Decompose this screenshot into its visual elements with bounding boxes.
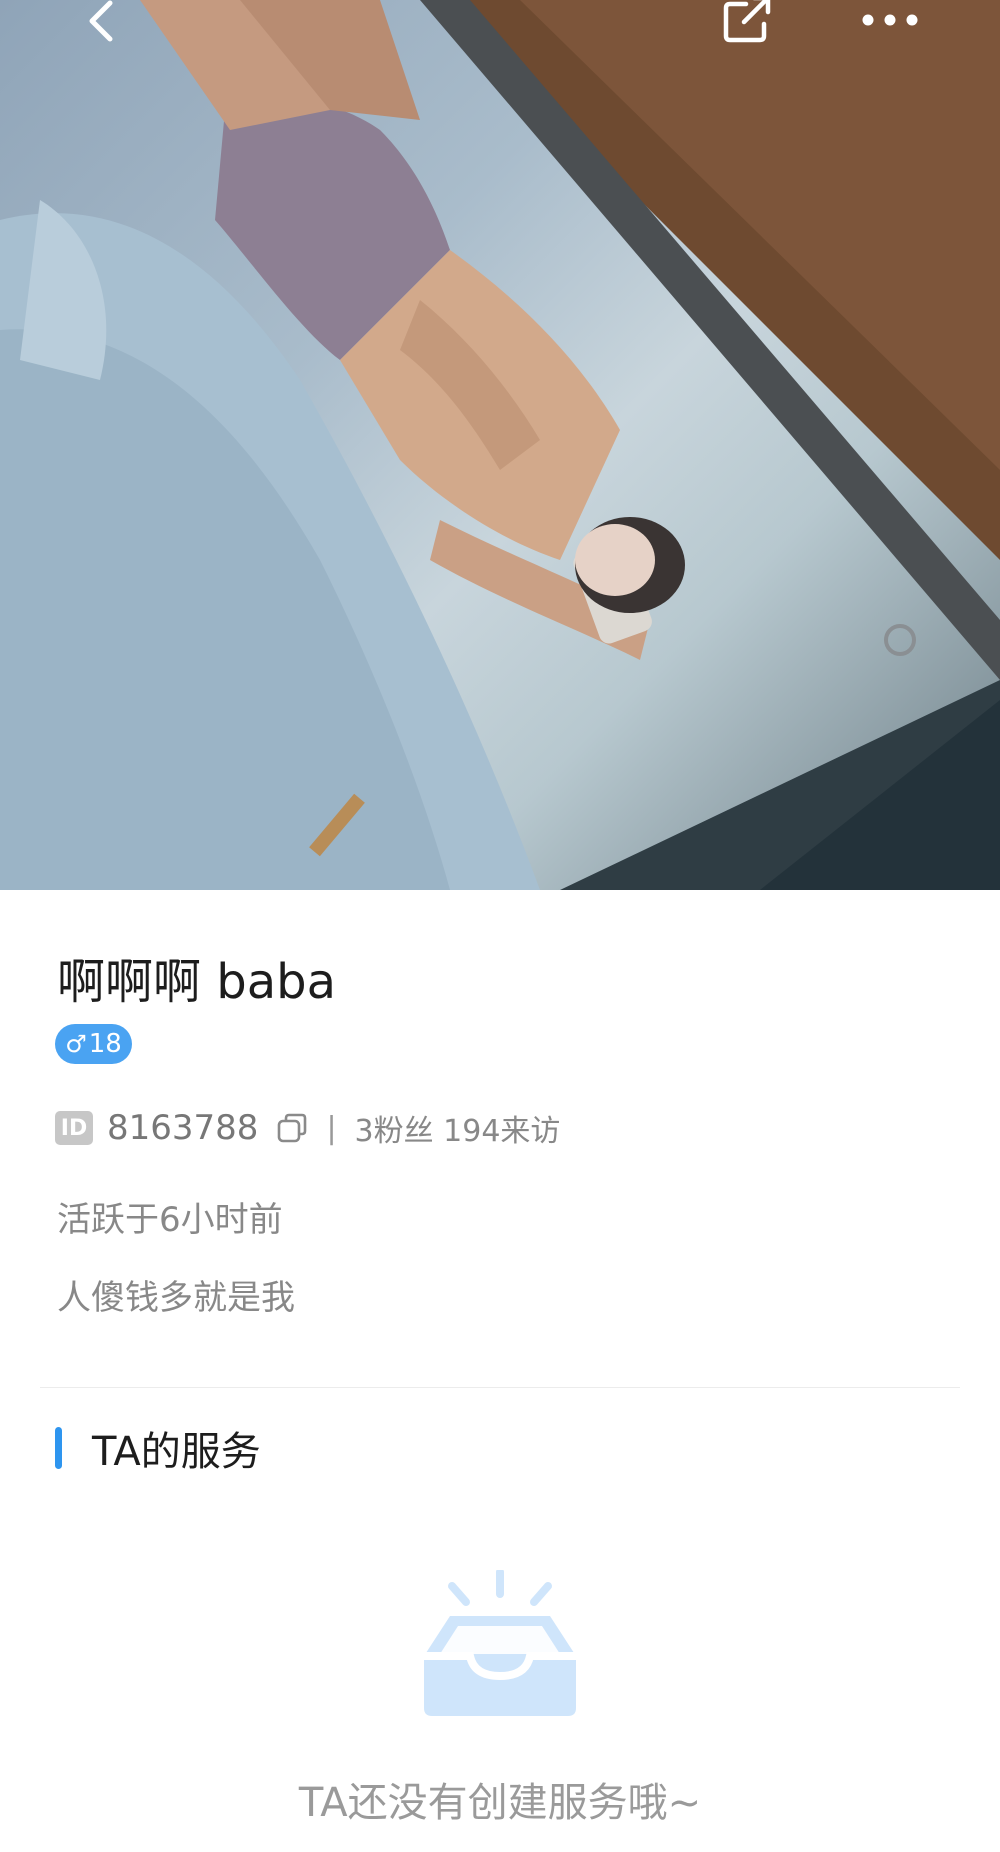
user-id: 8163788 <box>107 1108 259 1148</box>
bio-text: 人傻钱多就是我 <box>57 1278 295 1318</box>
copy-id-button[interactable] <box>272 1108 312 1148</box>
id-row: ID 8163788 | 3粉丝 194来访 <box>55 1106 560 1150</box>
back-chevron-icon <box>89 0 113 42</box>
cover-photo <box>0 0 1000 890</box>
more-button[interactable] <box>850 0 930 42</box>
cover-illustration <box>0 0 1000 890</box>
gender-age-badge: ♂ 18 <box>55 1024 132 1064</box>
last-active-text: 活跃于6小时前 <box>57 1200 283 1240</box>
share-icon <box>723 0 771 43</box>
copy-icon <box>278 1113 307 1143</box>
services-header: TA的服务 <box>55 1422 261 1475</box>
user-name: 啊啊啊 baba <box>57 954 337 1010</box>
section-accent-bar <box>55 1427 62 1469</box>
divider <box>40 1387 960 1388</box>
id-tag: ID <box>55 1111 93 1145</box>
empty-tray-icon <box>410 1568 590 1724</box>
fans-visits-stats: 3粉丝 194来访 <box>354 1114 561 1149</box>
back-button[interactable] <box>72 0 128 48</box>
more-dots-icon <box>862 14 918 26</box>
age-value: 18 <box>88 1029 122 1059</box>
share-button[interactable] <box>716 0 780 48</box>
male-icon: ♂ <box>65 1030 87 1058</box>
empty-services-text: TA还没有创建服务哦~ <box>298 1780 702 1826</box>
services-title: TA的服务 <box>92 1429 261 1475</box>
separator: | <box>326 1110 337 1146</box>
top-navigation-bar <box>0 0 1000 50</box>
